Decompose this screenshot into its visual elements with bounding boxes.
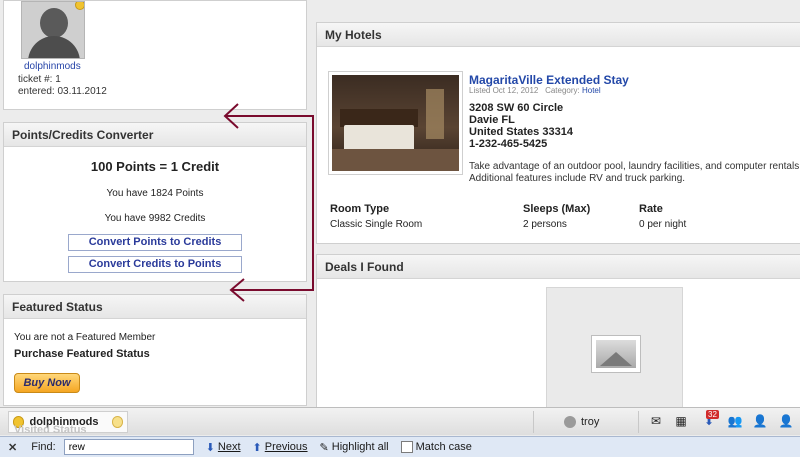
entered-date: entered: 03.11.2012 <box>18 86 107 97</box>
converter-title: Points/Credits Converter <box>4 123 306 147</box>
close-find-icon[interactable]: ✕ <box>8 441 17 454</box>
mail-icon[interactable]: ✉ <box>648 413 664 429</box>
calendar-icon[interactable]: ▦ <box>673 413 689 429</box>
online-badge-icon <box>75 2 84 10</box>
hotel-listed-date: Listed Oct 12, 2012 <box>469 86 539 95</box>
highlighter-icon: ✎ <box>319 441 329 454</box>
hotel-photo[interactable] <box>328 71 463 175</box>
profile-username-link[interactable]: dolphinmods <box>24 61 81 72</box>
find-previous-button[interactable]: ⬆ Previous <box>253 441 308 454</box>
avatar[interactable] <box>21 1 85 59</box>
purchase-featured-heading: Purchase Featured Status <box>14 348 150 360</box>
convert-points-to-credits-button[interactable]: Convert Points to Credits <box>68 234 242 251</box>
featured-status-text: You are not a Featured Member <box>14 332 156 343</box>
contact-tab-troy[interactable]: troy <box>533 411 639 433</box>
emoticon-icon[interactable] <box>111 416 123 428</box>
buy-now-button[interactable]: Buy Now <box>14 373 80 393</box>
hotel-phone: 1-232-465-5425 <box>469 138 548 150</box>
points-balance: You have 1824 Points <box>106 188 204 199</box>
hotel-category-label: Category: <box>545 86 580 95</box>
room-type-cell: Classic Single Room <box>330 219 423 230</box>
sleeps-header: Sleeps (Max) <box>523 203 591 215</box>
contact-name: troy <box>581 416 600 428</box>
deals-title: Deals I Found <box>317 255 800 279</box>
arrow-down-icon: ⬇ <box>205 441 215 454</box>
hotel-description-line: Additional features include RV and truck… <box>469 173 686 184</box>
hotel-address-country: United States 33314 <box>469 126 573 138</box>
find-next-label: Next <box>217 441 241 453</box>
find-label: Find: <box>31 441 56 453</box>
hotel-description-line: Take advantage of an outdoor pool, laund… <box>469 161 800 172</box>
deals-panel: Deals I Found <box>316 254 800 414</box>
highlight-all-button[interactable]: ✎ Highlight all <box>320 441 389 454</box>
room-type-header: Room Type <box>330 203 390 215</box>
hotel-description: Take advantage of an outdoor pool, laund… <box>469 161 800 185</box>
hotel-address-street: 3208 SW 60 Circle <box>469 102 564 114</box>
my-hotels-panel: My Hotels MagaritaVille Extended Stay Li… <box>316 22 800 244</box>
deal-thumbnail-frame[interactable] <box>546 287 683 413</box>
my-hotels-title: My Hotels <box>317 23 800 47</box>
lock-users-icon[interactable]: 👤 <box>752 413 768 429</box>
find-input[interactable] <box>63 439 194 455</box>
find-bar: ✕ Find: ⬇Next ⬆Previous ✎Highlight all M… <box>0 436 800 457</box>
featured-status-panel: Featured Status You are not a Featured M… <box>3 294 307 406</box>
notification-count-badge: 32 <box>706 410 719 419</box>
find-previous-label: Previous <box>264 441 308 453</box>
profile-panel: dolphinmods ticket #: 1 entered: 03.11.2… <box>3 0 307 110</box>
sleeps-cell: 2 persons <box>523 219 567 230</box>
arrow-up-icon: ⬆ <box>252 441 262 454</box>
checkbox-icon <box>400 441 413 453</box>
match-case-checkbox[interactable]: Match case <box>400 441 472 453</box>
hidden-status-text: Visited Status <box>14 424 87 436</box>
ticket-number: ticket #: 1 <box>18 74 61 85</box>
match-case-label: Match case <box>415 441 472 453</box>
find-next-button[interactable]: ⬇ Next <box>206 441 241 454</box>
highlight-all-label: Highlight all <box>331 441 389 453</box>
profile-icon[interactable]: 👤 <box>778 413 794 429</box>
featured-title: Featured Status <box>4 295 306 319</box>
friends-icon[interactable]: 👥 <box>727 413 743 429</box>
rate-cell: 0 per night <box>639 219 687 230</box>
hotel-meta: Listed Oct 12, 2012 Category: Hotel <box>469 86 601 95</box>
credits-balance: You have 9982 Credits <box>104 213 206 224</box>
conversion-rate: 100 Points = 1 Credit <box>90 159 220 174</box>
hotel-name-link[interactable]: MagaritaVille Extended Stay <box>469 73 629 87</box>
convert-credits-to-points-button[interactable]: Convert Credits to Points <box>68 256 242 273</box>
points-credits-converter-panel: Points/Credits Converter 100 Points = 1 … <box>3 122 307 282</box>
rate-header: Rate <box>639 203 663 215</box>
chat-bar: dolphinmods Visited Status troy ✉ ▦ ⬇ 32… <box>0 407 800 436</box>
image-placeholder-icon <box>591 335 641 373</box>
hotel-address-city: Davie FL <box>469 114 515 126</box>
offline-status-icon <box>564 416 576 428</box>
hotel-category-link[interactable]: Hotel <box>582 86 601 95</box>
